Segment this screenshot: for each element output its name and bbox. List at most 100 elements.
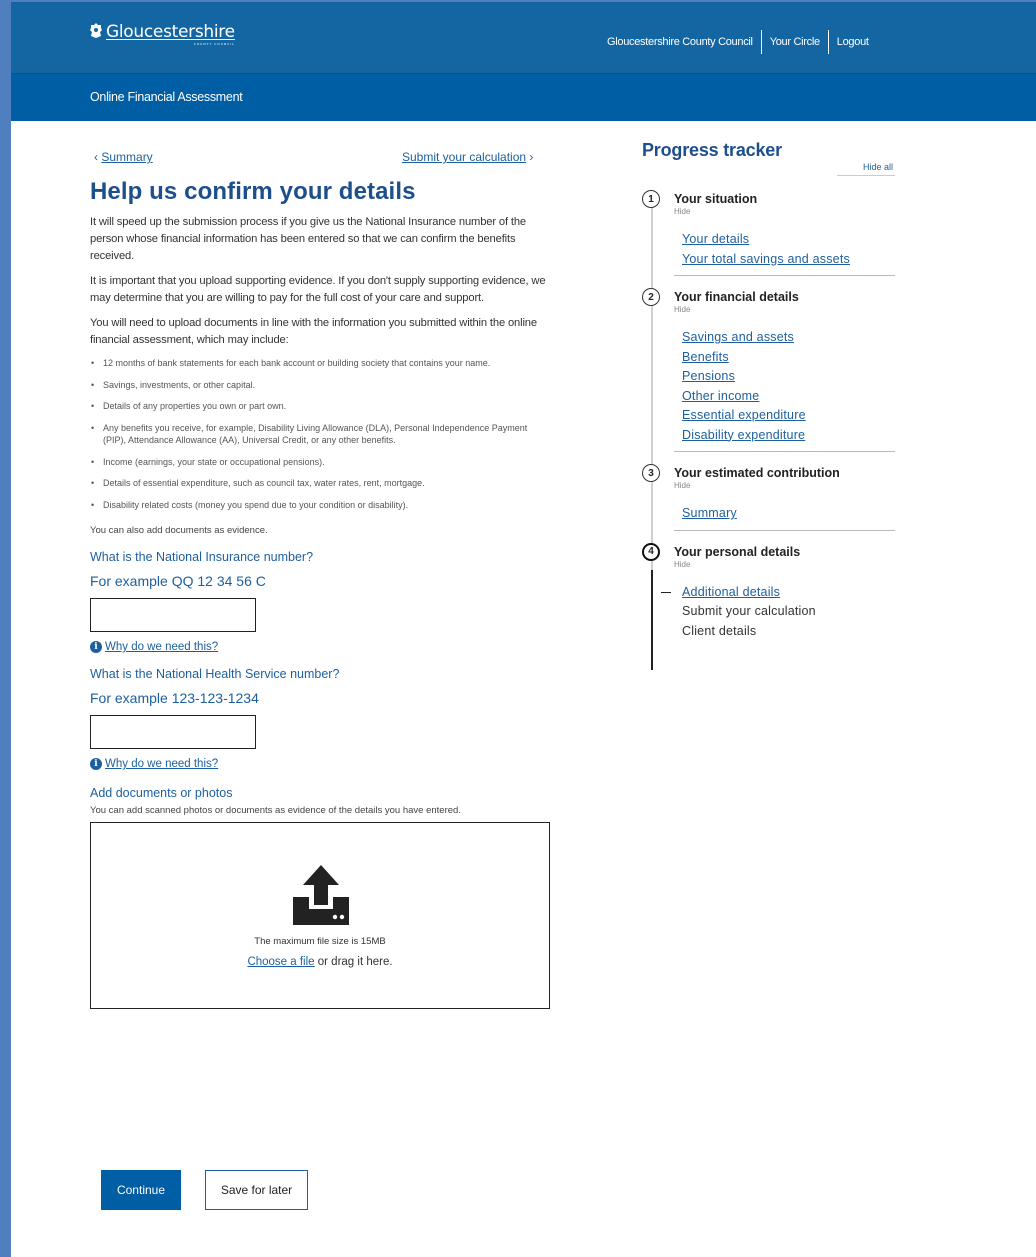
tracker-link[interactable]: Benefits — [682, 350, 729, 364]
ni-why-link-row: i Why do we need this? — [90, 641, 550, 653]
logo-wordmark: Gloucestershire — [106, 22, 235, 42]
step-number: 2 — [642, 288, 660, 306]
step-title: Your financial details — [674, 290, 799, 304]
site-header: Gloucestershire COUNTY COUNCIL Glouceste… — [11, 2, 1036, 73]
council-logo[interactable]: Gloucestershire COUNTY COUNCIL — [89, 22, 235, 46]
hide-all-link[interactable]: Hide all — [642, 162, 895, 172]
list-item: Income (earnings, your state or occupati… — [90, 456, 550, 469]
nav-link-logout[interactable]: Logout — [837, 36, 869, 48]
tracker-link[interactable]: Your total savings and assets — [682, 252, 850, 266]
logo-subtitle: COUNTY COUNCIL — [193, 42, 235, 46]
list-item: 12 months of bank statements for each ba… — [90, 357, 550, 370]
progress-tracker: Progress tracker Hide all 1 Your situati… — [642, 140, 895, 670]
tracker-link-savings: Savings and assets — [682, 328, 895, 348]
step-links: Summary — [674, 504, 895, 524]
step-hide-link[interactable]: Hide — [674, 305, 895, 314]
tracker-item-client-details: Client details — [682, 623, 757, 638]
step-links: Your details Your total savings and asse… — [674, 230, 895, 269]
tracker-link[interactable]: Essential expenditure — [682, 408, 806, 422]
step-hide-link[interactable]: Hide — [674, 481, 895, 490]
step-hide-link[interactable]: Hide — [674, 560, 895, 569]
ni-number-input[interactable] — [90, 598, 256, 632]
page-title: Help us confirm your details — [90, 178, 416, 205]
list-item: Details of essential expenditure, such a… — [90, 477, 550, 490]
nav-divider — [827, 30, 829, 54]
step-number: 4 — [642, 542, 660, 561]
nhs-number-label: What is the National Health Service numb… — [90, 667, 340, 681]
main-content: ‹ Summary Submit your calculation › Help… — [90, 150, 550, 1009]
back-link-wrap: ‹ Summary — [94, 150, 153, 164]
upload-icon — [293, 865, 349, 925]
tracker-link[interactable]: Savings and assets — [682, 330, 794, 344]
save-for-later-button[interactable]: Save for later — [205, 1170, 308, 1210]
tracker-link-additional-details: Additional details — [661, 583, 895, 603]
nav-link-your-circle[interactable]: Your Circle — [770, 36, 820, 48]
step-hide-link[interactable]: Hide — [674, 207, 895, 216]
step-title: Your estimated contribution — [674, 466, 840, 480]
list-item: Disability related costs (money you spen… — [90, 499, 550, 512]
tracker-link-your-details: Your details — [682, 230, 895, 250]
tracker-item-submit: Submit your calculation — [682, 604, 816, 618]
file-dropzone[interactable]: The maximum file size is 15MB Choose a f… — [90, 822, 550, 1009]
add-documents-hint: You can add scanned photos or documents … — [90, 805, 461, 816]
tracker-link[interactable]: Your details — [682, 232, 749, 246]
step-divider — [674, 529, 895, 531]
next-link-wrap: Submit your calculation › — [402, 150, 533, 164]
ni-number-hint: For example QQ 12 34 56 C — [90, 573, 266, 589]
evidence-paragraph: It is important that you upload supporti… — [90, 275, 546, 304]
info-icon: i — [90, 641, 102, 653]
choose-file-row: Choose a file or drag it here. — [91, 956, 549, 968]
nhs-why-link[interactable]: Why do we need this? — [105, 758, 218, 770]
chevron-right-icon: › — [526, 150, 534, 164]
tracker-link-other-income: Other income — [682, 387, 895, 407]
ni-why-link[interactable]: Why do we need this? — [105, 641, 218, 653]
tracker-link-essential-expenditure: Essential expenditure — [682, 406, 895, 426]
intro-paragraph: It will speed up the submission process … — [90, 216, 526, 262]
step-links: Additional details Submit your calculati… — [661, 583, 895, 642]
step-number: 3 — [642, 464, 660, 482]
step-title: Your personal details — [674, 544, 801, 559]
window-frame-left — [0, 0, 11, 1257]
document-list: 12 months of bank statements for each ba… — [90, 357, 550, 511]
tracker-step-personal: 4 Your personal details Hide Additional … — [642, 542, 895, 642]
also-add-text: You can also add documents as evidence. — [90, 525, 268, 536]
drag-hint-text: or drag it here. — [314, 956, 393, 968]
tracker-link[interactable]: Additional details — [682, 585, 780, 599]
crest-icon — [90, 23, 102, 38]
service-bar: Online Financial Assessment — [11, 73, 1036, 121]
add-documents-heading: Add documents or photos — [90, 786, 233, 800]
tracker-link-pensions: Pensions — [682, 367, 895, 387]
tracker-link-total-savings: Your total savings and assets — [682, 250, 895, 270]
step-links: Savings and assets Benefits Pensions Oth… — [674, 328, 895, 445]
info-icon: i — [90, 758, 102, 770]
next-link-submit[interactable]: Submit your calculation — [402, 150, 526, 164]
ni-number-label: What is the National Insurance number? — [90, 550, 314, 564]
nav-link-county-council[interactable]: Gloucestershire County Council — [607, 36, 753, 48]
nhs-number-hint: For example 123-123-1234 — [90, 690, 259, 706]
list-item: Details of any properties you own or par… — [90, 400, 550, 413]
back-link-summary[interactable]: Summary — [101, 150, 152, 164]
breadcrumb: ‹ Summary Submit your calculation › — [90, 150, 550, 170]
documents-paragraph: You will need to upload documents in lin… — [90, 317, 537, 346]
list-item: Savings, investments, or other capital. — [90, 379, 550, 392]
progress-tracker-title: Progress tracker — [642, 140, 782, 160]
top-navigation: Gloucestershire County Council Your Circ… — [607, 30, 869, 54]
tracker-link[interactable]: Summary — [682, 506, 737, 520]
max-file-size-text: The maximum file size is 15MB — [254, 936, 386, 947]
tracker-link[interactable]: Pensions — [682, 369, 735, 383]
step-number: 1 — [642, 190, 660, 208]
continue-button[interactable]: Continue — [101, 1170, 181, 1210]
tracker-link-disability-expenditure: Disability expenditure — [682, 426, 895, 446]
tracker-link[interactable]: Other income — [682, 389, 759, 403]
nhs-number-input[interactable] — [90, 715, 256, 749]
tracker-link-benefits: Benefits — [682, 348, 895, 368]
choose-file-link[interactable]: Choose a file — [247, 956, 314, 968]
nhs-why-link-row: i Why do we need this? — [90, 758, 550, 770]
tracker-step-situation: 1 Your situation Hide Your details Your … — [642, 190, 895, 269]
tracker-step-financial: 2 Your financial details Hide Savings an… — [642, 288, 895, 445]
tracker-step-contribution: 3 Your estimated contribution Hide Summa… — [642, 464, 895, 524]
step-divider — [674, 275, 895, 276]
list-item: Any benefits you receive, for example, D… — [90, 422, 550, 447]
tracker-link[interactable]: Disability expenditure — [682, 428, 805, 442]
nav-divider — [760, 30, 762, 54]
